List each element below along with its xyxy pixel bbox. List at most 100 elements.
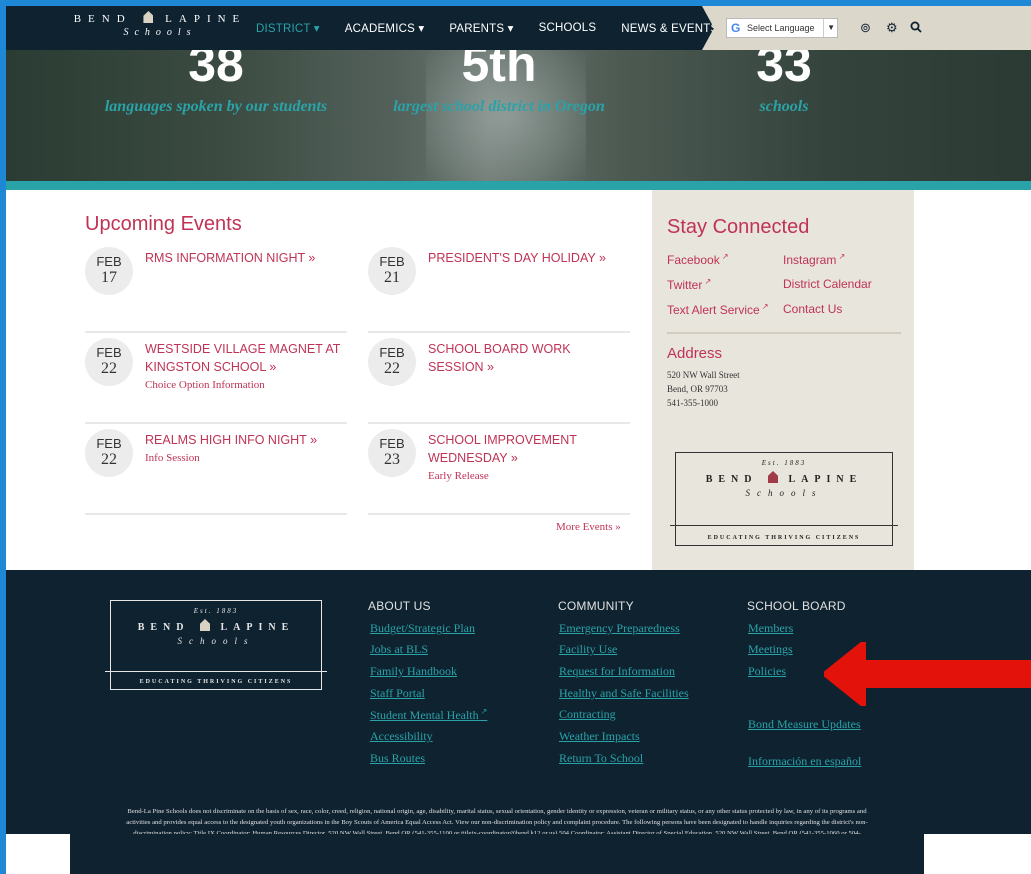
footer-link-members[interactable]: Members bbox=[748, 621, 793, 636]
footer-link[interactable]: Family Handbook bbox=[370, 664, 457, 679]
facebook-link[interactable]: Facebook ↗ bbox=[667, 252, 729, 267]
event-item[interactable]: FEB 22 WESTSIDE VILLAGE MAGNET AT KINGSTO… bbox=[85, 338, 347, 424]
contact-us-link[interactable]: Contact Us bbox=[783, 302, 842, 316]
more-events-link[interactable]: More Events » bbox=[556, 521, 621, 533]
browser-page: BEND LAPINE Schools DISTRICT ▾ ACADEMICS… bbox=[6, 6, 1031, 874]
footer-link[interactable]: Contracting bbox=[559, 707, 616, 722]
stat-number: 33 bbox=[756, 50, 812, 92]
accessibility-icon[interactable]: ⊚ bbox=[860, 20, 871, 36]
footer-about-heading: ABOUT US bbox=[368, 599, 431, 613]
page-bottom-footer-end bbox=[70, 834, 924, 874]
event-date: FEB 23 bbox=[368, 429, 416, 477]
address-heading: Address bbox=[667, 345, 723, 362]
footer-link-bond-measure[interactable]: Bond Measure Updates bbox=[748, 717, 861, 732]
top-navigation: BEND LAPINE Schools DISTRICT ▾ ACADEMICS… bbox=[6, 6, 1031, 50]
settings-icon[interactable]: ⚙ bbox=[886, 20, 898, 36]
event-title[interactable]: RMS INFORMATION NIGHT » bbox=[145, 249, 345, 267]
language-select-label: Select Language bbox=[747, 23, 815, 33]
schoolhouse-icon bbox=[200, 619, 210, 631]
footer-link[interactable]: Budget/Strategic Plan bbox=[370, 621, 475, 636]
footer-link[interactable]: Facility Use bbox=[559, 642, 617, 657]
footer-community-heading: COMMUNITY bbox=[558, 599, 634, 613]
stay-connected-heading: Stay Connected bbox=[667, 216, 810, 238]
main-menu: DISTRICT ▾ ACADEMICS ▾ PARENTS ▾ SCHOOLS… bbox=[256, 6, 753, 50]
address-city: Bend, OR 97703 bbox=[667, 384, 728, 394]
footer-link[interactable]: Accessibility bbox=[370, 729, 433, 744]
footer-school-board-heading: SCHOOL BOARD bbox=[747, 599, 846, 613]
sidebar-divider bbox=[667, 332, 901, 334]
footer-link[interactable]: Return To School bbox=[559, 751, 643, 766]
event-date: FEB 22 bbox=[85, 338, 133, 386]
menu-academics[interactable]: ACADEMICS ▾ bbox=[345, 21, 425, 35]
external-link-icon: ↗ bbox=[836, 252, 846, 261]
event-item[interactable]: FEB 23 SCHOOL IMPROVEMENT WEDNESDAY » Ear… bbox=[368, 429, 630, 515]
footer-link[interactable]: Jobs at BLS bbox=[370, 642, 428, 657]
upcoming-events-heading: Upcoming Events bbox=[85, 213, 242, 235]
event-subtitle: Early Release bbox=[428, 470, 489, 482]
footer-link[interactable]: Healthy and Safe Facilities bbox=[559, 686, 689, 701]
external-link-icon: ↗ bbox=[719, 252, 729, 261]
logo-word-schools: Schools bbox=[123, 27, 197, 38]
stat-languages: 38 languages spoken by our students bbox=[104, 50, 328, 116]
hero-stats-banner: 38 languages spoken by our students 5th … bbox=[6, 50, 1031, 181]
utility-toolbar: G Select Language ▼ ⊚ ⚙ bbox=[702, 6, 1031, 50]
event-item[interactable]: FEB 22 REALMS HIGH INFO NIGHT » Info Sess… bbox=[85, 429, 347, 515]
menu-district[interactable]: DISTRICT ▾ bbox=[256, 21, 320, 35]
hero-divider bbox=[6, 181, 1031, 190]
event-item[interactable]: FEB 17 RMS INFORMATION NIGHT » bbox=[85, 247, 347, 333]
stay-connected-sidebar: Stay Connected Facebook ↗ Instagram ↗ Tw… bbox=[652, 190, 914, 570]
event-subtitle: Info Session bbox=[145, 452, 200, 464]
event-title[interactable]: WESTSIDE VILLAGE MAGNET AT KINGSTON SCHO… bbox=[145, 340, 345, 376]
footer-link-mental-health[interactable]: Student Mental Health ↗ bbox=[370, 707, 487, 723]
address-phone: 541-355-1000 bbox=[667, 398, 718, 408]
stat-label: largest school district in Oregon bbox=[393, 98, 605, 115]
footer-link-policies[interactable]: Policies bbox=[748, 664, 786, 679]
address-street: 520 NW Wall Street bbox=[667, 370, 740, 380]
logo-word-lapine: LAPINE bbox=[165, 13, 247, 25]
footer-link[interactable]: Request for Information bbox=[559, 664, 675, 679]
stat-number: 38 bbox=[188, 50, 244, 92]
district-seal-badge: Est. 1883 BEND LAPINE Schools Educating … bbox=[670, 452, 898, 546]
external-link-icon: ↗ bbox=[759, 302, 769, 311]
event-title[interactable]: SCHOOL BOARD WORK SESSION » bbox=[428, 340, 628, 376]
footer-link-meetings[interactable]: Meetings bbox=[748, 642, 793, 657]
language-select[interactable]: G Select Language ▼ bbox=[726, 18, 838, 38]
stat-district-rank: 5th largest school district in Oregon bbox=[388, 50, 610, 116]
footer-link[interactable]: Staff Portal bbox=[370, 686, 425, 701]
event-subtitle: Choice Option Information bbox=[145, 379, 265, 391]
stat-label: languages spoken by our students bbox=[104, 98, 328, 115]
event-item[interactable]: FEB 22 SCHOOL BOARD WORK SESSION » bbox=[368, 338, 630, 424]
footer-link[interactable]: Bus Routes bbox=[370, 751, 425, 766]
site-logo[interactable]: BEND LAPINE Schools bbox=[70, 11, 250, 45]
red-pointer-arrow-icon bbox=[824, 642, 1031, 706]
search-icon[interactable] bbox=[910, 21, 922, 33]
footer-link-espanol[interactable]: Información en español bbox=[748, 754, 861, 769]
stat-number: 5th bbox=[461, 50, 537, 92]
stat-schools: 33 schools bbox=[724, 50, 844, 116]
event-date: FEB 21 bbox=[368, 247, 416, 295]
menu-parents[interactable]: PARENTS ▾ bbox=[449, 21, 513, 35]
district-calendar-link[interactable]: District Calendar bbox=[783, 277, 872, 291]
twitter-link[interactable]: Twitter ↗ bbox=[667, 277, 711, 292]
stat-label: schools bbox=[759, 98, 809, 115]
text-alert-link[interactable]: Text Alert Service ↗ bbox=[667, 302, 769, 317]
footer-seal-badge: Est. 1883 BEND LAPINE Schools Educating … bbox=[105, 600, 327, 690]
event-item[interactable]: FEB 21 PRESIDENT'S DAY HOLIDAY » bbox=[368, 247, 630, 333]
event-date: FEB 22 bbox=[85, 429, 133, 477]
site-footer: Est. 1883 BEND LAPINE Schools Educating … bbox=[6, 570, 1031, 874]
event-title[interactable]: SCHOOL IMPROVEMENT WEDNESDAY » bbox=[428, 431, 628, 467]
footer-link[interactable]: Emergency Preparedness bbox=[559, 621, 680, 636]
event-title[interactable]: REALMS HIGH INFO NIGHT » bbox=[145, 431, 345, 449]
logo-word-bend: BEND bbox=[73, 13, 132, 25]
menu-schools[interactable]: SCHOOLS bbox=[539, 22, 597, 34]
schoolhouse-icon bbox=[768, 471, 778, 483]
chevron-down-icon: ▼ bbox=[823, 19, 835, 37]
external-link-icon: ↗ bbox=[478, 707, 488, 716]
event-date: FEB 22 bbox=[368, 338, 416, 386]
event-title[interactable]: PRESIDENT'S DAY HOLIDAY » bbox=[428, 249, 628, 267]
google-icon: G bbox=[731, 21, 741, 35]
external-link-icon: ↗ bbox=[702, 277, 712, 286]
event-date: FEB 17 bbox=[85, 247, 133, 295]
footer-link[interactable]: Weather Impacts bbox=[559, 729, 640, 744]
instagram-link[interactable]: Instagram ↗ bbox=[783, 252, 845, 267]
